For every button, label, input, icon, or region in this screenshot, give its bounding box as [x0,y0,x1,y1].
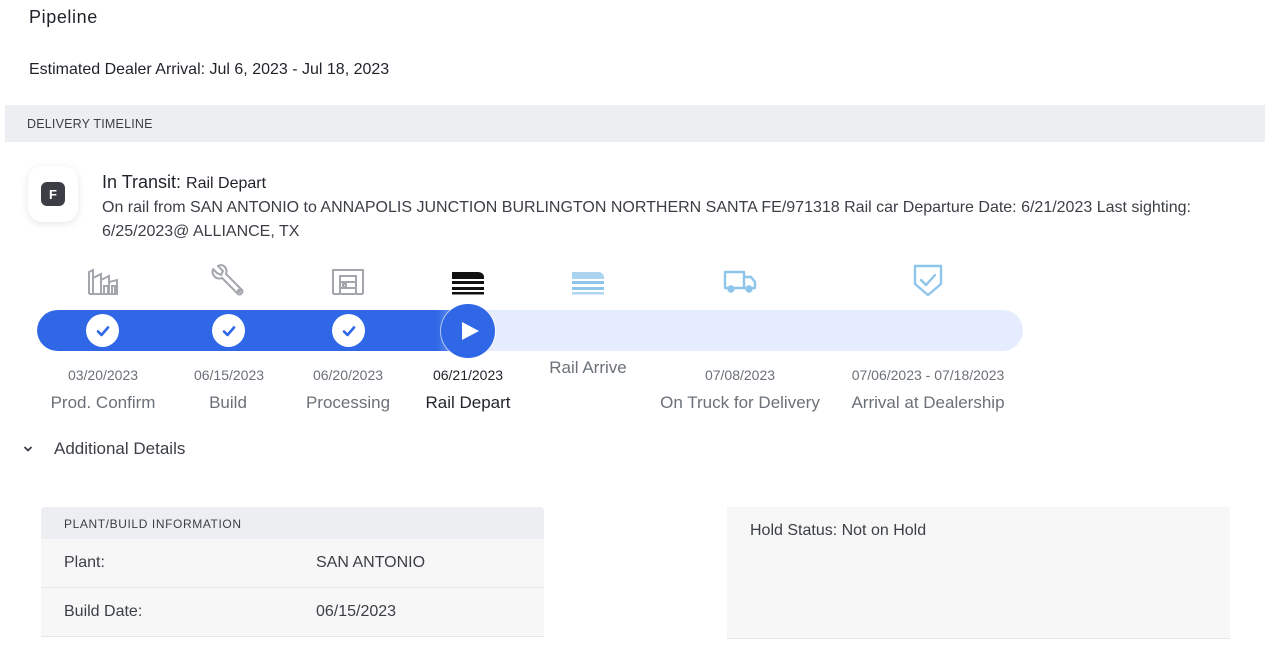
current-stage-play-icon [441,304,495,358]
shield-check-icon [910,262,946,298]
status-subtitle: Rail Depart [186,175,267,192]
stage-label-arrival: Arrival at Dealership [851,393,1005,412]
stage-label-on-truck: On Truck for Delivery [660,393,820,412]
additional-details-label: Additional Details [54,439,186,458]
hold-status-card: Hold Status: Not on Hold [727,507,1230,639]
delivery-timeline-title: DELIVERY TIMELINE [27,117,153,131]
progress-track [37,310,1023,351]
additional-details-toggle[interactable]: Additional Details [22,439,185,459]
build-date-value: 06/15/2023 [316,603,397,620]
stage-date-arrival: 07/06/2023 - 07/18/2023 [851,367,1005,383]
stage-complete-check-icon [86,314,119,347]
plant-build-header: PLANT/BUILD INFORMATION [41,507,544,539]
build-date-key: Build Date: [64,603,143,620]
factory-icon [85,262,121,298]
status-description: On rail from SAN ANTONIO to ANNAPOLIS JU… [102,199,1191,240]
stage-complete-check-icon [212,314,245,347]
plant-build-card: PLANT/BUILD INFORMATION Plant: SAN ANTON… [41,507,544,637]
status-avatar: F [28,166,78,222]
build-date-row: Build Date: 06/15/2023 [41,588,544,637]
delivery-timeline-header: DELIVERY TIMELINE [5,105,1265,142]
status-title-label: In Transit: [102,172,182,192]
chevron-down-icon [24,446,32,452]
rail-depart-icon [450,262,486,298]
plant-key: Plant: [64,554,105,571]
stage-label-rail-depart: Rail Depart [425,393,511,412]
status-title: In Transit: Rail Depart [102,172,266,193]
page-title: Pipeline [29,7,98,27]
warehouse-icon [330,262,366,298]
estimated-arrival: Estimated Dealer Arrival: Jul 6, 2023 - … [29,61,390,78]
truck-icon [722,262,758,298]
wrench-icon [210,262,246,298]
stage-complete-check-icon [332,314,365,347]
plant-value: SAN ANTONIO [316,554,426,571]
rail-arrive-icon [570,262,606,298]
status-badge: F [41,182,65,206]
stage-label-rail-arrive: Rail Arrive [549,358,627,377]
hold-status-text: Hold Status: Not on Hold [750,522,927,539]
plant-row: Plant: SAN ANTONIO [41,539,544,588]
